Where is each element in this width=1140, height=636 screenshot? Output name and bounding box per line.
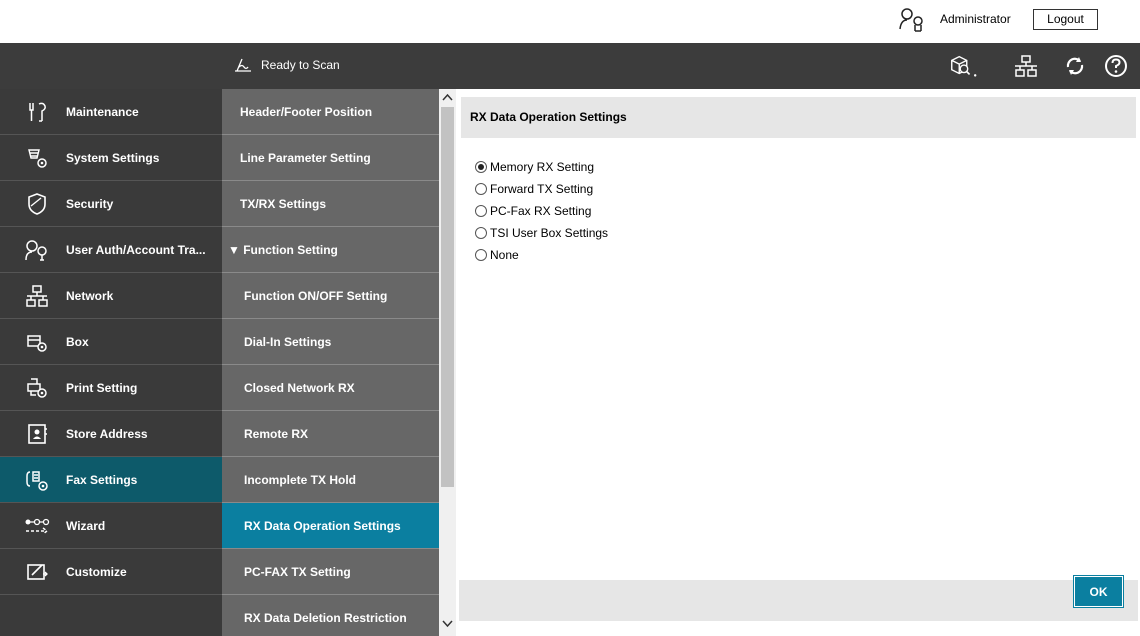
help-icon[interactable] (1101, 52, 1131, 80)
option-label: Forward TX Setting (490, 182, 594, 196)
scrollbar-thumb[interactable] (441, 107, 454, 487)
subnav-item-closed-network-rx[interactable]: Closed Network RX (222, 365, 439, 411)
subnav-item-dial-in-settings[interactable]: Dial-In Settings (222, 319, 439, 365)
radio-button[interactable] (475, 183, 487, 195)
search-box-icon[interactable] (948, 52, 978, 80)
top-bar: Administrator Logout (0, 0, 1140, 43)
subnav-item-rx-data-operation-settings[interactable]: RX Data Operation Settings (222, 503, 439, 549)
ok-button[interactable]: OK (1074, 576, 1123, 607)
option-forward-tx-setting[interactable]: Forward TX Setting (475, 178, 608, 200)
subnav-item-header-footer-position[interactable]: Header/Footer Position (222, 89, 439, 135)
nav-item-label: Wizard (66, 518, 106, 533)
nav-item-wizard[interactable]: Wizard (0, 503, 222, 549)
nav-item-label: Security (66, 196, 114, 211)
scroll-down-icon[interactable] (442, 619, 453, 628)
nav-item-security[interactable]: Security (0, 181, 222, 227)
page-title: RX Data Operation Settings (461, 97, 1136, 138)
wizard-icon (22, 513, 52, 539)
maintenance-icon (22, 99, 52, 125)
action-bar (459, 580, 1138, 621)
subnav-item-line-parameter-setting[interactable]: Line Parameter Setting (222, 135, 439, 181)
refresh-icon[interactable] (1060, 52, 1090, 80)
nav-item-store-address[interactable]: Store Address (0, 411, 222, 457)
option-label: PC-Fax RX Setting (490, 204, 592, 218)
print-setting-icon (22, 375, 52, 401)
option-memory-rx-setting[interactable]: Memory RX Setting (475, 156, 608, 178)
nav-item-label: Customize (66, 564, 127, 579)
network-icon[interactable] (1011, 52, 1041, 80)
user-auth-icon (22, 237, 52, 263)
nav-item-print-setting[interactable]: Print Setting (0, 365, 222, 411)
option-tsi-user-box-settings[interactable]: TSI User Box Settings (475, 222, 608, 244)
logout-button[interactable]: Logout (1033, 9, 1098, 30)
subnav-item-txrx-settings[interactable]: TX/RX Settings (222, 181, 439, 227)
nav-item-label: Box (66, 334, 89, 349)
nav-item-box[interactable]: Box (0, 319, 222, 365)
option-label: TSI User Box Settings (490, 226, 609, 240)
subnav-item-remote-rx[interactable]: Remote RX (222, 411, 439, 457)
user-name: Administrator (940, 12, 1011, 26)
nav-item-fax-settings[interactable]: Fax Settings (0, 457, 222, 503)
main-panel: RX Data Operation Settings Memory RX Set… (456, 89, 1140, 636)
subnav-item-pc-fax-tx-setting[interactable]: PC-FAX TX Setting (222, 549, 439, 595)
subnav-item-function-setting[interactable]: ▼ Function Setting (222, 227, 439, 273)
option-none[interactable]: None (475, 244, 608, 266)
status-text: Ready to Scan (261, 58, 340, 72)
header-bar: Ready to Scan (0, 43, 1140, 89)
radio-button[interactable] (475, 227, 487, 239)
subnav-item-function-onoff-setting[interactable]: Function ON/OFF Setting (222, 273, 439, 319)
radio-button[interactable] (475, 161, 487, 173)
box-icon (22, 329, 52, 355)
nav-item-label: User Auth/Account Tra... (66, 242, 206, 257)
radio-button[interactable] (475, 249, 487, 261)
system-settings-icon (22, 145, 52, 171)
nav-item-label: Print Setting (66, 380, 138, 395)
subnav-item-rx-data-deletion-restriction[interactable]: RX Data Deletion Restriction (222, 595, 439, 636)
fax-settings-icon (22, 467, 52, 493)
rx-data-operation-options: Memory RX Setting Forward TX Setting PC-… (475, 156, 608, 266)
nav-item-customize[interactable]: Customize (0, 549, 222, 595)
option-pc-fax-rx-setting[interactable]: PC-Fax RX Setting (475, 200, 608, 222)
nav-item-user-auth[interactable]: User Auth/Account Tra... (0, 227, 222, 273)
security-shield-icon (22, 191, 52, 217)
option-label: Memory RX Setting (490, 160, 595, 174)
nav-item-network[interactable]: Network (0, 273, 222, 319)
left-navigation: Maintenance System Settings Security Use… (0, 89, 222, 636)
radio-button[interactable] (475, 205, 487, 217)
option-label: None (490, 248, 519, 262)
nav-item-maintenance[interactable]: Maintenance (0, 89, 222, 135)
store-address-icon (22, 421, 52, 447)
subnav-scrollbar[interactable] (439, 89, 456, 636)
nav-item-label: Network (66, 288, 114, 303)
user-admin-icon (898, 5, 928, 33)
network-icon (22, 283, 52, 309)
nav-item-label: System Settings (66, 150, 160, 165)
nav-item-label: Store Address (66, 426, 148, 441)
nav-item-system-settings[interactable]: System Settings (0, 135, 222, 181)
subnav-item-incomplete-tx-hold[interactable]: Incomplete TX Hold (222, 457, 439, 503)
sub-navigation: Header/Footer Position Line Parameter Se… (222, 89, 439, 636)
status-area: Ready to Scan (233, 57, 340, 73)
scanner-icon (235, 58, 251, 72)
scroll-up-icon[interactable] (442, 93, 453, 102)
nav-item-label: Maintenance (66, 104, 139, 119)
customize-icon (22, 559, 52, 585)
nav-item-label: Fax Settings (66, 472, 138, 487)
